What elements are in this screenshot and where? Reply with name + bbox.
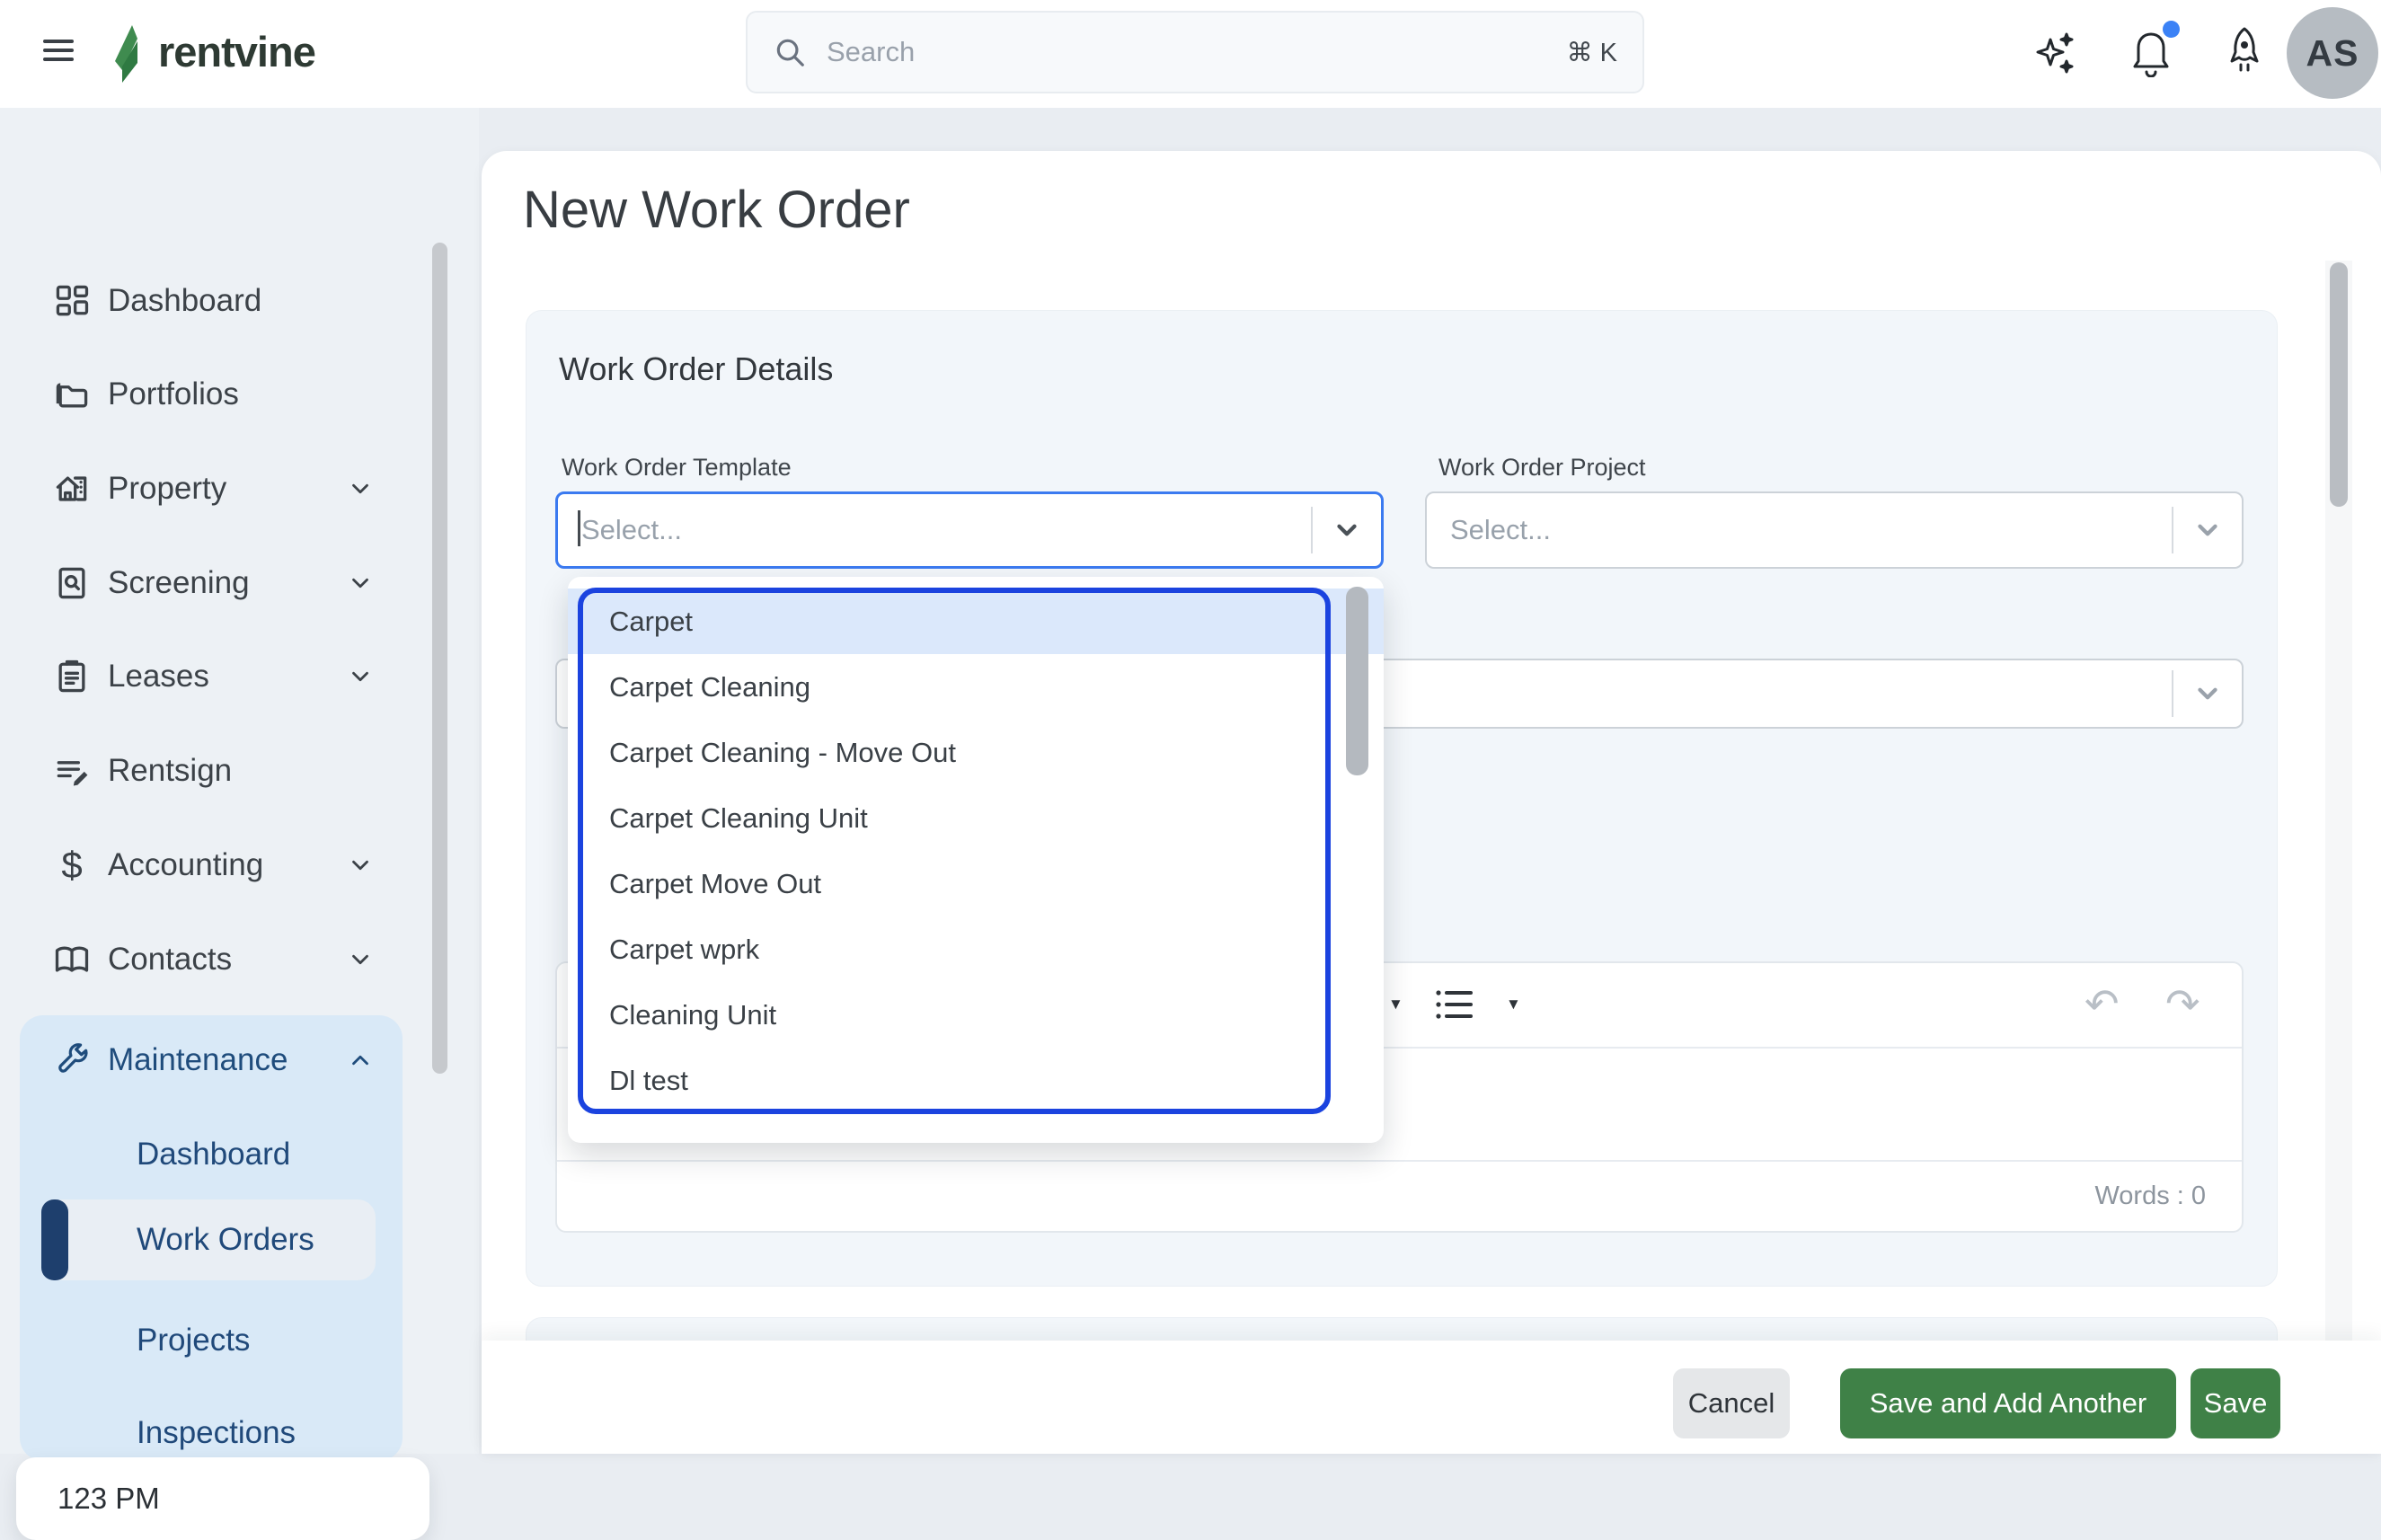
- rentsign-signature-icon: [52, 751, 92, 791]
- search-icon: [773, 35, 807, 69]
- rocket-icon[interactable]: [2221, 25, 2268, 77]
- notifications-bell-icon[interactable]: [2128, 21, 2180, 77]
- rentvine-logo-icon[interactable]: [108, 23, 151, 84]
- dropdown-option[interactable]: Dl test: [568, 1048, 1384, 1113]
- sidebar-item-leases[interactable]: Leases: [0, 645, 422, 708]
- wrench-icon: [52, 1040, 92, 1080]
- dollar-icon: $: [61, 844, 83, 886]
- section-title: Work Order Details: [559, 350, 834, 387]
- sidebar-item-property[interactable]: Property: [0, 457, 422, 520]
- brand-name[interactable]: rentvine: [158, 27, 316, 76]
- leases-clipboard-icon: [52, 657, 92, 696]
- word-count: Words : 0: [2094, 1182, 2206, 1210]
- text-cursor: [578, 510, 580, 546]
- sidebar-item-work-orders[interactable]: Work Orders: [0, 1208, 422, 1271]
- sidebar-item-label: Rentsign: [108, 753, 233, 788]
- format-dropdown-arrow-icon[interactable]: ▼: [1388, 996, 1403, 1013]
- chevron-down-icon: [347, 946, 374, 973]
- avatar[interactable]: AS: [2287, 7, 2378, 99]
- sidebar-item-projects[interactable]: Projects: [0, 1309, 422, 1372]
- sidebar-item-label: Property: [108, 471, 227, 506]
- list-dropdown-arrow-icon[interactable]: ▼: [1506, 996, 1521, 1013]
- dropdown-option[interactable]: Carpet Move Out: [568, 851, 1384, 916]
- page-title: New Work Order: [523, 181, 910, 239]
- property-house-icon: [52, 469, 92, 509]
- sidebar-item-maintenance-dashboard[interactable]: Dashboard: [0, 1123, 422, 1186]
- work-order-project-label: Work Order Project: [1438, 454, 1646, 481]
- undo-icon[interactable]: ↶: [2084, 983, 2120, 1024]
- redo-icon[interactable]: ↷: [2165, 983, 2200, 1024]
- screening-document-icon: [52, 563, 92, 603]
- sidebar-item-dashboard[interactable]: Dashboard: [0, 270, 422, 332]
- sidebar-subitem-label: Work Orders: [137, 1222, 314, 1257]
- dropdown-option[interactable]: Cleaning Unit: [568, 982, 1384, 1048]
- contacts-book-icon: [52, 940, 92, 979]
- app-header: rentvine Search ⌘ K AS: [0, 0, 2381, 108]
- dropdown-option[interactable]: Carpet Cleaning Unit: [568, 785, 1384, 851]
- sidebar-item-inspections[interactable]: Inspections: [0, 1402, 422, 1465]
- chevron-up-icon: [347, 1047, 374, 1074]
- template-dropdown-popup: Carpet Carpet Cleaning Carpet Cleaning -…: [568, 577, 1384, 1143]
- sidebar-item-screening[interactable]: Screening: [0, 552, 422, 615]
- search-placeholder: Search: [827, 36, 916, 67]
- dropdown-option[interactable]: Carpet Cleaning - Move Out: [568, 720, 1384, 785]
- chevron-down-icon: [347, 475, 374, 502]
- save-button[interactable]: Save: [2191, 1368, 2280, 1438]
- sidebar-item-portfolios[interactable]: Portfolios: [0, 363, 422, 426]
- chevron-down-icon[interactable]: [2173, 515, 2242, 545]
- folder-icon: [52, 375, 92, 414]
- sidebar-subitem-label: Inspections: [137, 1415, 297, 1450]
- sidebar-item-label: Dashboard: [108, 283, 262, 318]
- dashboard-grid-icon: [52, 281, 92, 321]
- dropdown-option[interactable]: Carpet Cleaning: [568, 654, 1384, 720]
- sidebar-item-label: Leases: [108, 659, 209, 694]
- main-scrollbar-thumb[interactable]: [2330, 262, 2348, 507]
- avatar-initials: AS: [2306, 31, 2359, 74]
- work-order-template-select[interactable]: Select...: [555, 491, 1384, 569]
- chevron-down-icon: [347, 852, 374, 879]
- bullet-list-icon[interactable]: [1433, 986, 1474, 1023]
- chevron-down-icon[interactable]: [2173, 678, 2242, 709]
- sidebar-item-label: Maintenance: [108, 1042, 288, 1077]
- sidebar-item-accounting[interactable]: $ Accounting: [0, 834, 422, 897]
- global-search-input[interactable]: Search ⌘ K: [746, 11, 1644, 93]
- sidebar-subitem-label: Dashboard: [137, 1137, 291, 1172]
- work-order-template-label: Work Order Template: [562, 454, 792, 481]
- editor-footer: Words : 0: [557, 1160, 2242, 1231]
- sidebar-item-label: Contacts: [108, 942, 233, 977]
- sidebar-item-contacts[interactable]: Contacts: [0, 928, 422, 991]
- chevron-down-icon: [347, 663, 374, 690]
- dropdown-scrollbar-thumb[interactable]: [1346, 587, 1368, 775]
- clock-text: 123 PM: [58, 1482, 160, 1515]
- sidebar-scrollbar[interactable]: [432, 243, 447, 1074]
- template-select-placeholder: Select...: [581, 514, 682, 545]
- sidebar-item-maintenance[interactable]: Maintenance: [0, 1029, 422, 1092]
- search-shortcut: ⌘ K: [1566, 38, 1617, 67]
- project-select-placeholder: Select...: [1450, 514, 1551, 545]
- dropdown-option[interactable]: Carpet: [568, 589, 1384, 654]
- save-and-add-another-button[interactable]: Save and Add Another: [1840, 1368, 2176, 1438]
- notification-badge: [2163, 21, 2180, 38]
- cancel-button[interactable]: Cancel: [1673, 1368, 1790, 1438]
- sparkles-ai-icon[interactable]: [2032, 29, 2083, 79]
- sidebar-item-label: Screening: [108, 565, 250, 600]
- sidebar-item-label: Accounting: [108, 847, 264, 882]
- clock-widget: 123 PM: [16, 1457, 429, 1540]
- work-order-project-select[interactable]: Select...: [1425, 491, 2244, 569]
- chevron-down-icon[interactable]: [1313, 515, 1381, 545]
- sidebar-item-rentsign[interactable]: Rentsign: [0, 739, 422, 802]
- chevron-down-icon: [347, 570, 374, 597]
- sidebar-subitem-label: Projects: [137, 1323, 251, 1358]
- sidebar-nav: Dashboard Portfolios Property Screening …: [0, 108, 479, 1540]
- dropdown-option[interactable]: Carpet wprk: [568, 916, 1384, 982]
- hamburger-menu-icon[interactable]: [43, 34, 74, 66]
- sidebar-item-label: Portfolios: [108, 376, 239, 412]
